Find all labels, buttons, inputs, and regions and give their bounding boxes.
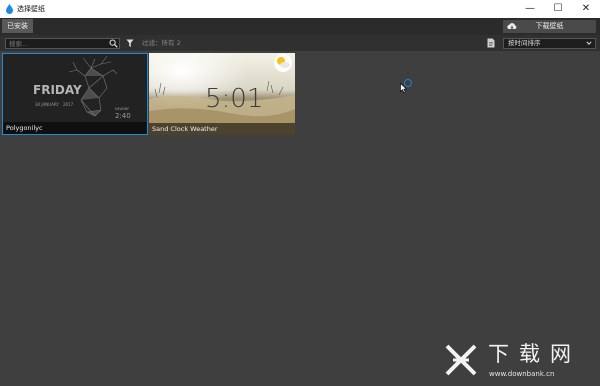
preview-year-text: 2017: [63, 102, 74, 107]
busy-spinner-icon: [404, 79, 412, 87]
sort-order-select[interactable]: 按时间排序: [503, 38, 596, 49]
filter-icon[interactable]: [126, 39, 134, 48]
minimize-button[interactable]: —: [516, 0, 544, 18]
document-icon[interactable]: [487, 38, 495, 48]
wallpaper-name: Polygonilyc: [3, 122, 147, 134]
app-drop-icon: [6, 4, 13, 14]
watermark: 下载网 www.downbank.cn: [444, 341, 596, 381]
maximize-button[interactable]: ☐: [544, 0, 572, 18]
preview-nearby-text: NEARBY: [115, 107, 130, 111]
tab-installed[interactable]: 已安装: [2, 19, 33, 33]
downbank-logo-icon: [445, 344, 477, 376]
close-button[interactable]: ✕: [572, 0, 600, 18]
preview-clock-text: 2:40: [115, 112, 131, 120]
download-wallpaper-button[interactable]: 下载壁纸: [503, 20, 596, 33]
search-input[interactable]: [5, 38, 120, 49]
watermark-url: www.downbank.cn: [489, 370, 555, 378]
sun-cloud-icon: [274, 54, 292, 72]
window-title: 选择壁纸: [17, 5, 45, 13]
sort-order-value: 按时间排序: [508, 39, 541, 47]
preview-time-text: 5:01: [205, 84, 263, 114]
chevron-down-icon: [586, 41, 592, 45]
wallpaper-name: Sand Clock Weather: [149, 123, 295, 135]
wallpaper-card-sand-clock-weather[interactable]: 5:01 Sand Clock Weather: [149, 53, 295, 135]
watermark-name: 下载网: [488, 342, 581, 366]
filter-status-text: 过滤：所有 2: [142, 39, 181, 47]
preview-day-text: FRIDAY: [33, 83, 82, 97]
preview-date-text: 30 JANUARY: [35, 102, 59, 107]
search-icon[interactable]: [109, 39, 118, 48]
wallpaper-card-polygonilyc[interactable]: FRIDAY 30 JANUARY 2017 NEARBY 2:40 Polyg…: [2, 53, 148, 135]
download-wallpaper-label: 下载壁纸: [535, 22, 564, 30]
title-bar: 选择壁纸 — ☐ ✕: [0, 0, 600, 18]
